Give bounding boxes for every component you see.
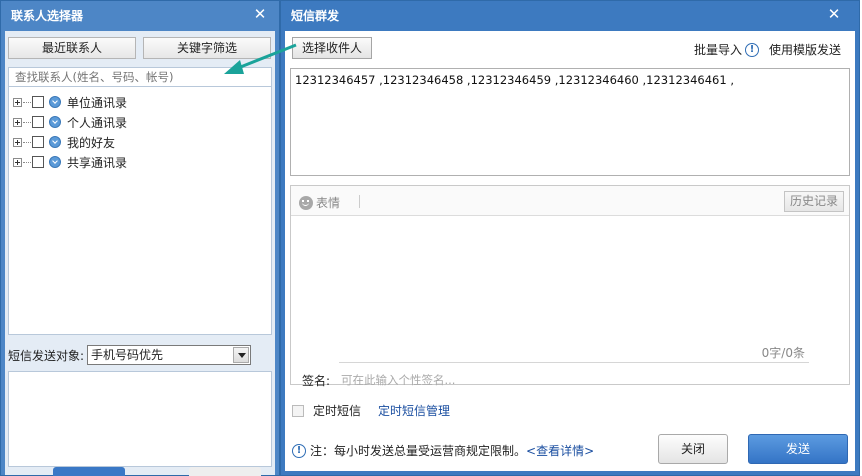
sms-body: 选择收件人 批量导入 ! 使用模版发送 12312346457 ,1231234… [285, 31, 855, 471]
close-button[interactable]: 关闭 [658, 434, 728, 464]
plus-icon[interactable] [13, 157, 22, 167]
left-primary-button[interactable] [53, 467, 125, 476]
dropdown-arrow-icon[interactable] [233, 347, 250, 363]
plus-icon[interactable] [13, 137, 22, 147]
send-button[interactable]: 发送 [748, 434, 848, 464]
plus-icon[interactable] [13, 117, 22, 127]
emoji-label: 表情 [316, 196, 341, 210]
top-links: 批量导入 ! 使用模版发送 [694, 41, 841, 58]
signature-label: 签名: [302, 374, 331, 388]
message-compose-box: 表情 历史记录 0字/0条 签名: 可在此输入个性签名... [290, 185, 850, 388]
contact-search-input[interactable] [8, 67, 272, 87]
tree-item-label: 个人通讯录 [67, 115, 128, 130]
tree-item-label: 单位通讯录 [67, 95, 128, 110]
send-target-row: 短信发送对象: 手机号码优先 [8, 344, 252, 366]
checkbox-icon[interactable] [32, 96, 44, 108]
checkbox-icon[interactable] [32, 156, 44, 168]
send-target-select[interactable]: 手机号码优先 [87, 345, 252, 365]
contact-group-icon [49, 116, 61, 128]
contact-group-icon [49, 136, 61, 148]
timed-sms-manage-link[interactable]: 定时短信管理 [378, 402, 450, 419]
contact-tree: 单位通讯录 个人通讯录 我的好友 共享通讯录 [8, 87, 272, 335]
timed-sms-row: 定时短信 定时短信管理 [292, 402, 450, 419]
contact-picker-window: 联系人选择器 ✕ 最近联系人 关键字筛选 单位通讯录 个人通讯录 [0, 0, 280, 476]
info-icon[interactable]: ! [744, 42, 759, 57]
selected-recipients-area[interactable] [8, 371, 272, 467]
limit-note: ! 注：每小时发送总量受运营商规定限制。 <查看详情> [292, 442, 594, 459]
contact-group-icon [49, 156, 61, 168]
message-textarea[interactable] [291, 217, 849, 357]
timed-sms-checkbox[interactable] [292, 404, 304, 417]
timed-sms-label: 定时短信 [313, 404, 362, 418]
signature-input[interactable]: 可在此输入个性签名... [341, 372, 455, 388]
use-template-link[interactable]: 使用模版发送 [769, 41, 841, 58]
plus-icon[interactable] [13, 97, 22, 107]
select-recipients-button[interactable]: 选择收件人 [292, 37, 372, 59]
checkbox-icon[interactable] [32, 136, 44, 148]
contact-picker-title: 联系人选择器 [11, 9, 84, 23]
checkbox-icon[interactable] [32, 116, 44, 128]
contact-group-icon [49, 96, 61, 108]
toolbar-divider [359, 195, 360, 208]
limit-note-text: 注：每小时发送总量受运营商规定限制。 [310, 444, 527, 458]
recipients-field[interactable]: 12312346457 ,12312346458 ,12312346459 ,1… [290, 68, 850, 176]
emoji-button[interactable]: 表情 [299, 194, 340, 211]
send-target-value: 手机号码优先 [91, 348, 164, 362]
contact-picker-titlebar: 联系人选择器 ✕ [1, 1, 279, 31]
tree-item-label: 我的好友 [67, 135, 116, 150]
char-counter: 0字/0条 [761, 346, 805, 360]
compose-toolbar: 表情 历史记录 [291, 186, 849, 216]
tree-item-personal-directory[interactable]: 个人通讯录 [13, 113, 127, 131]
close-icon[interactable]: ✕ [821, 1, 847, 27]
sms-group-send-window: 短信群发 ✕ 选择收件人 批量导入 ! 使用模版发送 12312346457 ,… [280, 0, 860, 476]
tree-item-unit-directory[interactable]: 单位通讯录 [13, 93, 127, 111]
send-target-label: 短信发送对象: [8, 348, 85, 363]
batch-import-link[interactable]: 批量导入 [694, 41, 742, 58]
view-details-link[interactable]: <查看详情> [526, 442, 594, 459]
recent-contacts-button[interactable]: 最近联系人 [8, 37, 136, 59]
smile-icon [299, 195, 313, 210]
sms-window-title: 短信群发 [291, 9, 340, 23]
tree-item-shared-directory[interactable]: 共享通讯录 [13, 153, 127, 171]
close-icon[interactable]: ✕ [247, 1, 273, 27]
keyword-filter-button[interactable]: 关键字筛选 [143, 37, 271, 59]
sms-titlebar: 短信群发 ✕ [281, 1, 859, 31]
contact-picker-body: 最近联系人 关键字筛选 单位通讯录 个人通讯录 我的好友 [5, 31, 275, 476]
history-button[interactable]: 历史记录 [784, 191, 844, 212]
signature-divider [339, 362, 809, 363]
tree-item-label: 共享通讯录 [67, 155, 128, 170]
left-secondary-button[interactable] [189, 467, 261, 476]
info-icon: ! [292, 443, 306, 458]
tree-item-my-friends[interactable]: 我的好友 [13, 133, 115, 151]
